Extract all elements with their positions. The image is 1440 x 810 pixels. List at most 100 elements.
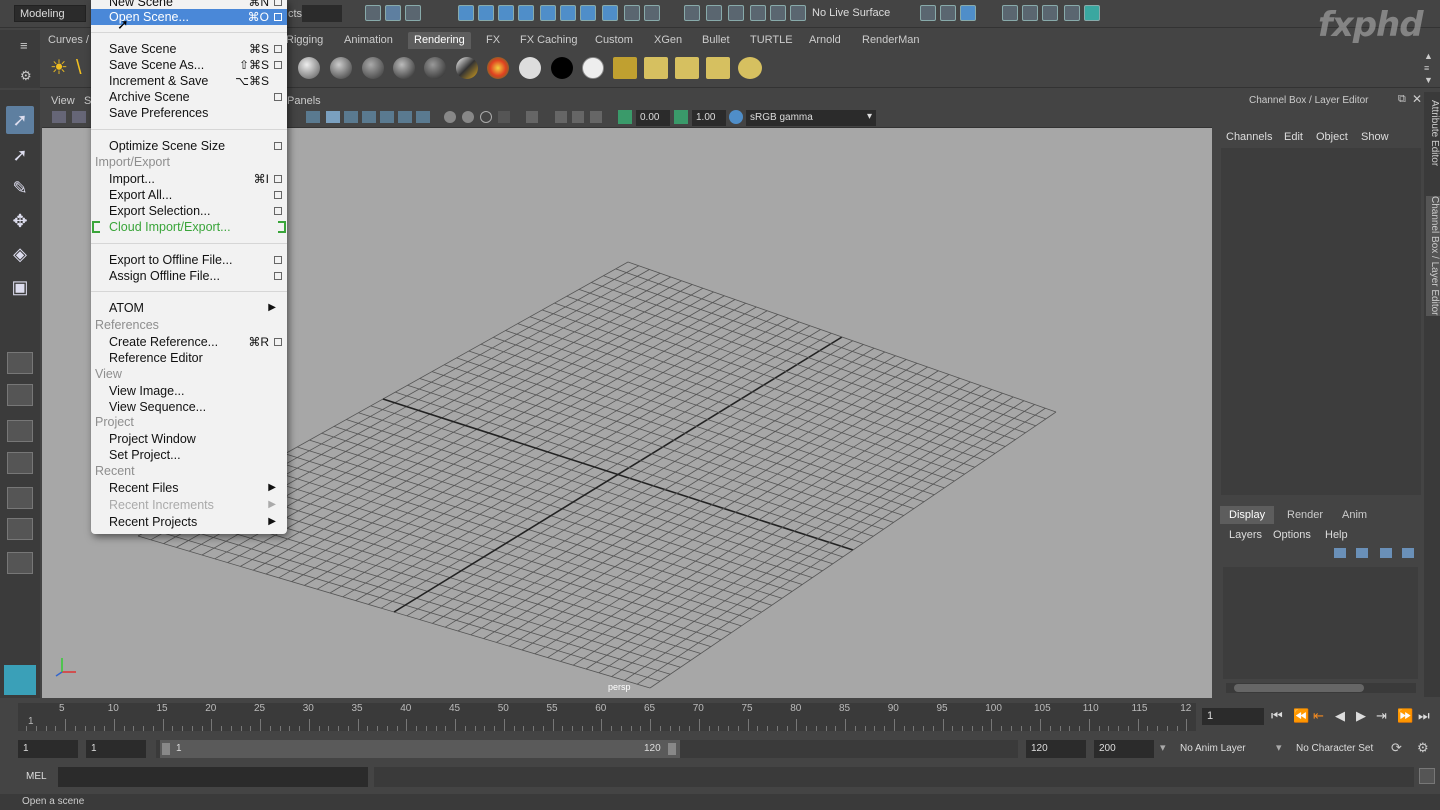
render-settings-icon[interactable] [1064, 5, 1080, 21]
wireframe-on-shaded-icon[interactable] [344, 111, 358, 123]
input-ops-icon[interactable] [920, 5, 936, 21]
range-slider-bar[interactable]: 1 120 [160, 740, 680, 758]
new-layer-selected-icon[interactable] [1402, 548, 1414, 558]
menu-edit[interactable]: Edit [1284, 131, 1303, 143]
shelf-tab-bullet[interactable]: Bullet [696, 32, 736, 49]
go-to-end-icon[interactable]: ⏭ [1418, 708, 1430, 724]
viewport-menu-panels[interactable]: Panels [287, 95, 321, 107]
layer-list-area[interactable] [1223, 567, 1418, 679]
hypershade-icon[interactable] [1084, 5, 1100, 21]
menu-item-save-preferences[interactable]: Save Preferences [91, 105, 287, 121]
animation-end-field[interactable]: 200 [1094, 740, 1154, 758]
menu-item-increment-save[interactable]: Increment & Save ⌥⌘S [91, 73, 287, 89]
resolution-gate-icon[interactable] [572, 111, 584, 123]
sphere-material-1-icon[interactable] [298, 57, 320, 79]
hypershade-shelf-icon[interactable] [675, 57, 699, 79]
go-to-start-icon[interactable]: ⏮ [1271, 708, 1283, 724]
sphere-material-2-icon[interactable] [330, 57, 352, 79]
menu-item-set-project[interactable]: Set Project... [91, 447, 287, 463]
menu-item-save-scene[interactable]: Save Scene ⌘S [91, 41, 287, 57]
new-layer-icon[interactable] [1380, 548, 1392, 558]
select-object-icon[interactable] [385, 5, 401, 21]
construction-history-icon[interactable] [940, 5, 956, 21]
snap-pivot-icon[interactable] [580, 5, 596, 21]
character-set-dropdown[interactable]: No Character Set [1296, 743, 1373, 754]
menu-layers[interactable]: Layers [1229, 529, 1262, 541]
move-layer-down-icon[interactable] [1356, 548, 1368, 558]
shelf-tab-curves[interactable]: Curves / [42, 32, 95, 49]
menu-item-project-window[interactable]: Project Window [91, 431, 287, 447]
backface-icon[interactable] [498, 111, 510, 123]
gamma-field[interactable]: 1.00 [692, 110, 726, 126]
panel-expand-icon[interactable] [7, 552, 33, 574]
option-box-icon[interactable] [274, 93, 282, 101]
sphere-material-5-icon[interactable] [424, 57, 446, 79]
sun-light-icon[interactable]: ☀ [48, 57, 70, 79]
time-slider[interactable] [18, 703, 1196, 731]
white-material-icon[interactable] [519, 57, 541, 79]
sphere-material-3-icon[interactable] [362, 57, 384, 79]
current-frame-field[interactable]: 1 [1202, 708, 1264, 725]
menu-channels[interactable]: Channels [1226, 131, 1272, 143]
range-slider[interactable]: 1 120 [156, 740, 1018, 758]
command-input[interactable] [58, 767, 368, 787]
ramp-material-icon[interactable] [487, 57, 509, 79]
layer-scrollbar[interactable] [1226, 683, 1416, 693]
smooth-shade-icon[interactable] [326, 111, 340, 123]
command-language-toggle[interactable]: MEL [26, 771, 47, 782]
option-box-icon[interactable] [274, 191, 282, 199]
light-linking-icon[interactable] [706, 57, 730, 79]
reflection-icon[interactable] [750, 5, 766, 21]
menu-item-archive-scene[interactable]: Archive Scene [91, 89, 287, 105]
option-box-icon[interactable] [274, 207, 282, 215]
option-box-icon[interactable] [274, 256, 282, 264]
black-material-icon[interactable] [551, 57, 573, 79]
render-layer-icon[interactable] [613, 57, 637, 79]
menu-item-export-all[interactable]: Export All... [91, 187, 287, 203]
step-forward-key-icon[interactable]: ⇥ [1376, 708, 1387, 724]
shelf-tab-fx-caching[interactable]: FX Caching [514, 32, 583, 49]
layer-tab-display[interactable]: Display [1220, 506, 1275, 524]
rotate-tool-icon[interactable]: ◈ [6, 240, 34, 268]
option-box-icon[interactable] [274, 272, 282, 280]
target-icon[interactable] [738, 57, 762, 79]
snap-curve-icon[interactable] [478, 5, 494, 21]
isolate-select-icon[interactable] [416, 111, 430, 123]
wireframe-icon[interactable] [306, 111, 320, 123]
render-frame-icon[interactable] [1022, 5, 1038, 21]
channel-list-area[interactable] [1221, 148, 1421, 495]
directional-light-icon[interactable]: \ [76, 57, 88, 79]
playback-start-field[interactable]: 1 [86, 740, 146, 758]
menu-item-reference-editor[interactable]: Reference Editor [91, 350, 287, 366]
play-forwards-icon[interactable]: ▶ [1356, 708, 1366, 724]
paint-select-tool-icon[interactable]: ✎ [6, 174, 34, 202]
lighting-icon[interactable] [380, 111, 394, 123]
menu-set-selector[interactable]: Modeling [14, 5, 86, 22]
shelf-tab-rigging[interactable]: Rigging [280, 32, 329, 49]
attribute-editor-tab[interactable]: Attribute Editor [1426, 100, 1440, 166]
step-back-key-icon[interactable]: ⇤ [1313, 708, 1324, 724]
close-icon[interactable]: ✕ [1412, 92, 1422, 106]
menu-item-recent-files[interactable]: Recent Files ▶ [91, 480, 287, 496]
sphere-material-4-icon[interactable] [393, 57, 415, 79]
history-icon[interactable] [644, 5, 660, 21]
preferences-icon[interactable]: ⚙ [1417, 740, 1429, 756]
move-layer-up-icon[interactable] [1334, 548, 1346, 558]
option-box-icon[interactable] [274, 142, 282, 150]
select-hierarchy-icon[interactable] [365, 5, 381, 21]
camera-attributes-icon[interactable] [72, 111, 86, 123]
white-shader-icon[interactable] [582, 57, 604, 79]
xray-icon[interactable] [444, 111, 456, 123]
menu-options[interactable]: Options [1273, 529, 1311, 541]
help-icon[interactable] [602, 5, 618, 21]
shelf-tab-arnold[interactable]: Arnold [803, 32, 847, 49]
striped-material-icon[interactable] [456, 57, 478, 79]
menu-item-view-image[interactable]: View Image... [91, 383, 287, 399]
option-box-icon[interactable] [274, 0, 282, 6]
snap-plane-icon[interactable] [560, 5, 576, 21]
layer-tab-anim[interactable]: Anim [1333, 506, 1376, 524]
scale-tool-icon[interactable]: ▣ [6, 273, 34, 301]
play-backwards-icon[interactable]: ◀ [1335, 708, 1345, 724]
four-view-layout-icon[interactable] [7, 384, 33, 406]
ipr-render-icon[interactable] [1042, 5, 1058, 21]
